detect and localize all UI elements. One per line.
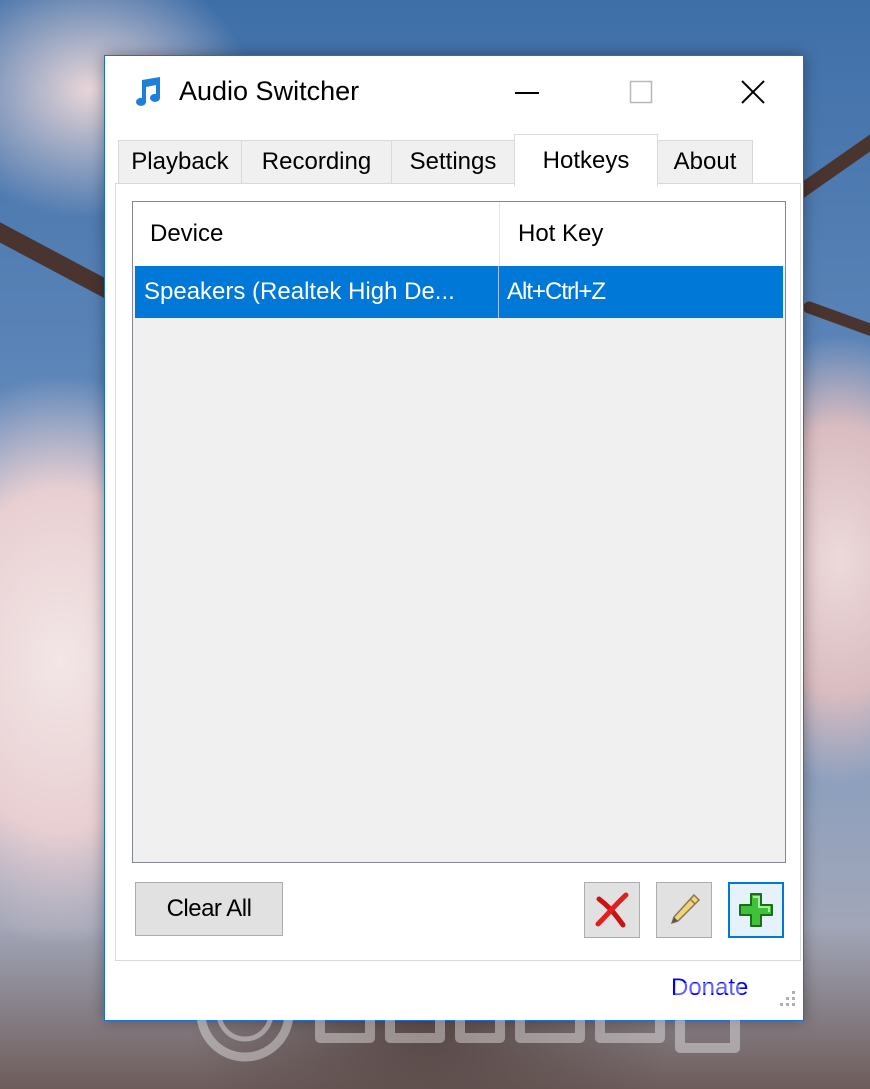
tab-playback[interactable]: Playback — [118, 140, 242, 184]
minimize-button[interactable] — [497, 70, 557, 114]
maximize-button[interactable] — [611, 70, 671, 114]
hotkeys-panel: Device Hot Key Speakers (Realtek High De… — [115, 183, 801, 961]
background-branch — [801, 299, 870, 353]
close-button[interactable] — [723, 70, 783, 114]
row-hotkey-cell: Alt+Ctrl+Z — [507, 278, 606, 305]
red-x-icon — [595, 892, 629, 928]
maximize-icon — [629, 80, 653, 104]
list-header: Device Hot Key — [133, 202, 785, 266]
clear-all-button[interactable]: Clear All — [135, 882, 283, 936]
pencil-icon — [670, 893, 701, 925]
tab-hotkeys[interactable]: Hotkeys — [514, 134, 658, 186]
column-header-hotkey[interactable]: Hot Key — [500, 202, 785, 266]
donate-link[interactable]: Donate — [671, 974, 748, 1002]
delete-hotkey-button[interactable] — [584, 882, 640, 938]
window-title: Audio Switcher — [179, 76, 360, 106]
tab-about[interactable]: About — [657, 140, 753, 184]
add-hotkey-button[interactable] — [728, 882, 784, 938]
table-row[interactable]: Speakers (Realtek High De... Alt+Ctrl+Z — [135, 266, 783, 318]
audio-switcher-window: Audio Switcher Playback Recording Settin… — [104, 55, 804, 1021]
green-plus-icon — [739, 893, 773, 927]
music-note-icon — [136, 77, 160, 106]
row-device-cell: Speakers (Realtek High De... — [135, 266, 499, 318]
edit-hotkey-button[interactable] — [656, 882, 712, 938]
close-icon — [741, 80, 765, 104]
column-header-device[interactable]: Device — [133, 202, 500, 266]
tab-strip: Playback Recording Settings Hotkeys Abou… — [118, 134, 798, 186]
title-bar[interactable]: Audio Switcher — [105, 56, 803, 130]
minimize-icon — [515, 92, 539, 94]
tab-recording[interactable]: Recording — [241, 140, 392, 184]
tab-settings[interactable]: Settings — [391, 140, 515, 184]
resize-grip-icon[interactable] — [777, 988, 797, 1008]
hotkeys-list[interactable]: Device Hot Key Speakers (Realtek High De… — [132, 201, 786, 863]
